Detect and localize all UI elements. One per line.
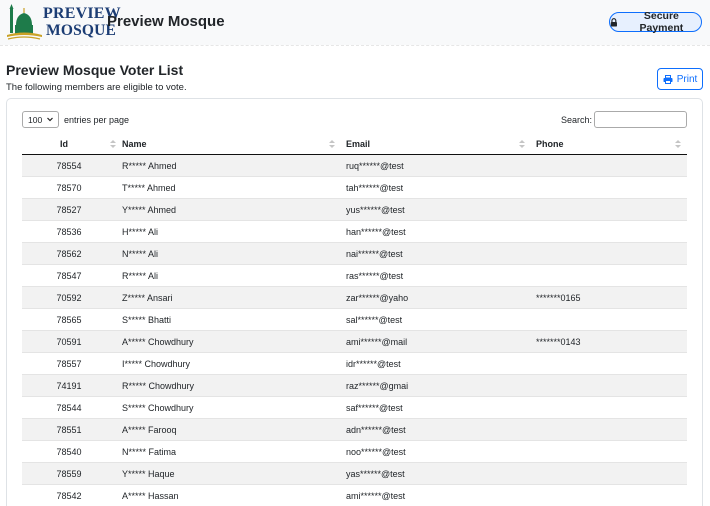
cell-id: 78540 [56,447,82,457]
table-row: 78551 A***** Farooq adn******@test [22,419,687,441]
cell-id: 78570 [56,183,82,193]
cell-email: han******@test [346,227,406,237]
cell-id: 74191 [56,381,82,391]
cell-name: S***** Chowdhury [122,403,194,413]
print-label: Print [676,73,698,85]
cell-email: zar******@yaho [346,293,409,303]
table-body: 78554 R***** Ahmed ruq******@test 78570 … [22,155,687,506]
brand-name[interactable]: Preview Mosque [107,13,225,30]
cell-email: idr******@test [346,359,401,369]
cell-name: R***** Ali [122,271,159,281]
table-row: 78554 R***** Ahmed ruq******@test [22,155,687,177]
secure-payment-button[interactable]: Secure Payment [609,10,702,34]
cell-id: 78557 [56,359,82,369]
table-row: 70592 Z***** Ansari zar******@yaho *****… [22,287,687,309]
cell-name: Z***** Ansari [122,293,173,303]
search-input[interactable] [594,111,687,128]
entries-per-page-label: entries per page [64,115,130,125]
cell-id: 78559 [56,469,82,479]
cell-phone: *******0143 [536,337,581,347]
table-row: 78544 S***** Chowdhury saf******@test [22,397,687,419]
cell-email: saf******@test [346,403,403,413]
cell-email: ruq******@test [346,161,404,171]
column-header-name[interactable]: Name [122,139,147,149]
page-length-select[interactable]: 100 [22,111,59,128]
cell-email: ami******@test [346,491,406,501]
cell-id: 70591 [56,337,82,347]
cell-email: adn******@test [346,425,406,435]
table-row: 78527 Y***** Ahmed yus******@test [22,199,687,221]
table-row: 74191 R***** Chowdhury raz******@gmai [22,375,687,397]
cell-name: I***** Chowdhury [122,359,191,369]
sort-icon[interactable] [675,140,681,149]
cell-id: 78536 [56,227,82,237]
printer-icon [663,74,673,84]
cell-id: 78562 [56,249,82,259]
cell-name: A***** Hassan [122,491,179,501]
cell-email: ami******@mail [346,337,408,347]
cell-name: A***** Chowdhury [122,337,194,347]
table-row: 78570 T***** Ahmed tah******@test [22,177,687,199]
cell-name: S***** Bhatti [122,315,172,325]
table-row: 78547 R***** Ali ras******@test [22,265,687,287]
cell-name: Y***** Ahmed [122,205,177,215]
search-label: Search: [561,115,593,125]
cell-name: R***** Chowdhury [122,381,195,391]
cell-id: 78544 [56,403,82,413]
table-row: 78542 A***** Hassan ami******@test [22,485,687,506]
cell-id: 78527 [56,205,82,215]
cell-id: 78542 [56,491,82,501]
table-row: 78540 N***** Fatima noo******@test [22,441,687,463]
top-navbar: PREVIEW MOSQUE Preview Mosque Secure Pay… [0,0,710,45]
cell-id: 78565 [56,315,82,325]
header-divider [0,45,710,46]
column-header-email[interactable]: Email [346,139,370,149]
sort-icon[interactable] [110,140,116,149]
mosque-logo-icon [7,4,42,40]
cell-name: N***** Fatima [122,447,177,457]
cell-email: tah******@test [346,183,404,193]
cell-name: Y***** Haque [122,469,175,479]
cell-phone: *******0165 [536,293,581,303]
cell-name: N***** Ali [122,249,159,259]
cell-email: ras******@test [346,271,404,281]
cell-email: nai******@test [346,249,403,259]
table-row: 78557 I***** Chowdhury idr******@test [22,353,687,375]
page-subtitle: The following members are eligible to vo… [6,82,187,93]
cell-id: 78551 [56,425,82,435]
cell-email: noo******@test [346,447,406,457]
table-row: 78559 Y***** Haque yas******@test [22,463,687,485]
page-length-value: 100 [28,114,43,125]
cell-email: sal******@test [346,315,403,325]
cell-id: 78554 [56,161,82,171]
mosque-logo[interactable]: PREVIEW MOSQUE [6,3,121,41]
cell-name: T***** Ahmed [122,183,176,193]
table-header: Id Name Email Phone [22,133,687,155]
chevron-down-icon [47,117,53,122]
cell-id: 78547 [56,271,82,281]
cell-name: H***** Ali [122,227,159,237]
sort-icon[interactable] [329,140,335,149]
logo-text-line2: MOSQUE [46,22,117,39]
table-row: 70591 A***** Chowdhury ami******@mail **… [22,331,687,353]
column-header-phone[interactable]: Phone [536,139,564,149]
cell-email: yas******@test [346,469,405,479]
cell-email: yus******@test [346,205,405,215]
cell-email: raz******@gmai [346,381,409,391]
sort-icon[interactable] [519,140,525,149]
lock-icon [610,17,617,26]
table-row: 78565 S***** Bhatti sal******@test [22,309,687,331]
page-title: Preview Mosque Voter List [6,62,184,78]
table-row: 78562 N***** Ali nai******@test [22,243,687,265]
secure-payment-label: Secure Payment [639,10,684,34]
column-header-id[interactable]: Id [60,139,68,149]
cell-name: A***** Farooq [122,425,177,435]
table-row: 78536 H***** Ali han******@test [22,221,687,243]
cell-id: 70592 [56,293,82,303]
cell-name: R***** Ahmed [122,161,177,171]
print-button[interactable]: Print [657,68,703,90]
